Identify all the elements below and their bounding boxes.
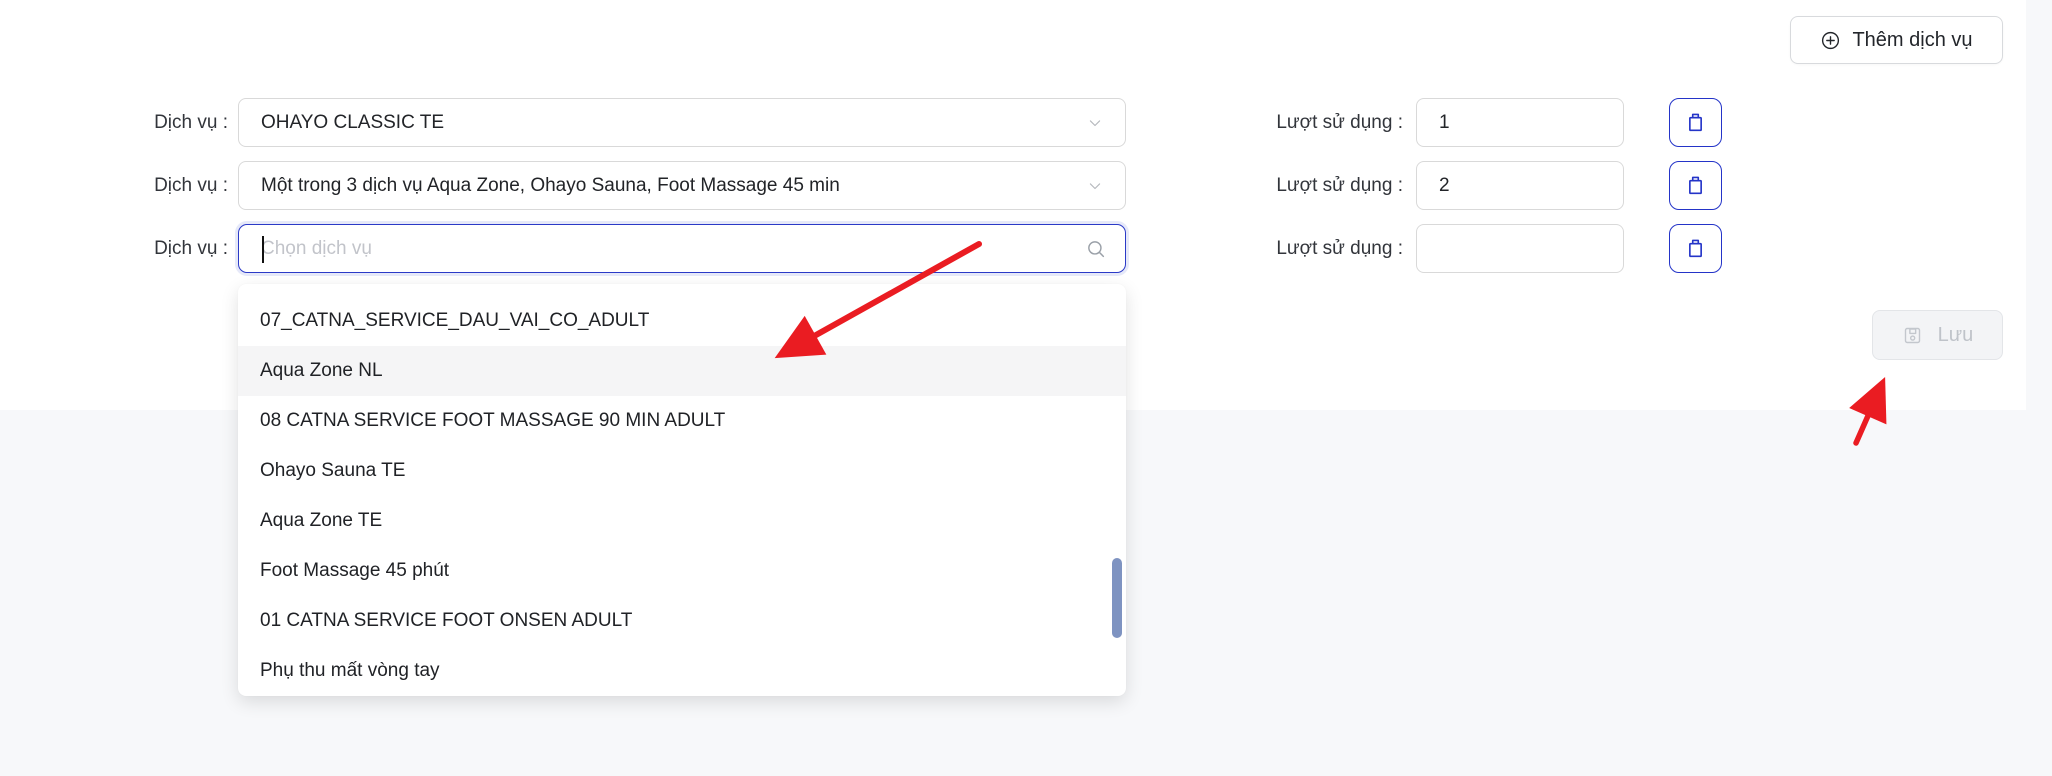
- save-button[interactable]: Lưu: [1872, 310, 2003, 360]
- dropdown-option[interactable]: Aqua Zone TE: [238, 496, 1126, 546]
- dropdown-option[interactable]: Foot Massage 45 phút: [238, 546, 1126, 596]
- service-options-dropdown: 07_CATNA_SERVICE_DAU_VAI_CO_ADULT Aqua Z…: [238, 284, 1126, 696]
- usage-count-input-2[interactable]: [1416, 161, 1624, 210]
- chevron-down-icon: [1085, 113, 1105, 133]
- service-label: Dịch vụ :: [60, 161, 228, 210]
- dropdown-option[interactable]: 01 CATNA SERVICE FOOT ONSEN ADULT: [238, 596, 1126, 646]
- service-label: Dịch vụ :: [60, 98, 228, 147]
- chevron-down-icon: [1085, 176, 1105, 196]
- dropdown-option[interactable]: Phụ thu mất vòng tay: [238, 646, 1126, 696]
- add-service-label: Thêm dịch vụ: [1852, 29, 1972, 52]
- add-service-button[interactable]: Thêm dịch vụ: [1790, 16, 2003, 64]
- service-select-value: Một trong 3 dịch vụ Aqua Zone, Ohayo Sau…: [261, 175, 1085, 197]
- delete-service-button-1[interactable]: [1669, 98, 1722, 147]
- service-select-2[interactable]: Một trong 3 dịch vụ Aqua Zone, Ohayo Sau…: [238, 161, 1126, 210]
- usage-count-input-3[interactable]: [1416, 224, 1624, 273]
- service-search-input[interactable]: [261, 238, 1085, 260]
- service-row-1: Dịch vụ : OHAYO CLASSIC TE Lượt sử dụng …: [0, 98, 2026, 147]
- trash-icon: [1684, 174, 1707, 197]
- usage-label: Lượt sử dụng :: [1230, 161, 1403, 210]
- dropdown-option[interactable]: 08 CATNA SERVICE FOOT MASSAGE 90 MIN ADU…: [238, 396, 1126, 446]
- page: Thêm dịch vụ Dịch vụ : OHAYO CLASSIC TE …: [0, 0, 2052, 776]
- save-button-label: Lưu: [1938, 324, 1974, 347]
- trash-icon: [1684, 237, 1707, 260]
- search-icon: [1085, 238, 1107, 260]
- dropdown-option[interactable]: 07_CATNA_SERVICE_DAU_VAI_CO_ADULT: [238, 296, 1126, 346]
- service-select-1[interactable]: OHAYO CLASSIC TE: [238, 98, 1126, 147]
- trash-icon: [1684, 111, 1707, 134]
- usage-label: Lượt sử dụng :: [1230, 98, 1403, 147]
- usage-label: Lượt sử dụng :: [1230, 224, 1403, 273]
- service-row-3: Dịch vụ : Lượt sử dụng :: [0, 224, 2026, 273]
- delete-service-button-3[interactable]: [1669, 224, 1722, 273]
- delete-service-button-2[interactable]: [1669, 161, 1722, 210]
- service-row-2: Dịch vụ : Một trong 3 dịch vụ Aqua Zone,…: [0, 161, 2026, 210]
- service-select-value: OHAYO CLASSIC TE: [261, 112, 1085, 134]
- text-cursor: [262, 236, 264, 263]
- usage-count-input-1[interactable]: [1416, 98, 1624, 147]
- dropdown-option[interactable]: Ohayo Sauna TE: [238, 446, 1126, 496]
- dropdown-scrollbar-thumb[interactable]: [1112, 558, 1122, 638]
- service-search-select[interactable]: [238, 224, 1126, 273]
- service-label: Dịch vụ :: [60, 224, 228, 273]
- dropdown-option-highlighted[interactable]: Aqua Zone NL: [238, 346, 1126, 396]
- plus-circle-icon: [1820, 30, 1841, 51]
- save-floppy-icon: [1902, 325, 1923, 346]
